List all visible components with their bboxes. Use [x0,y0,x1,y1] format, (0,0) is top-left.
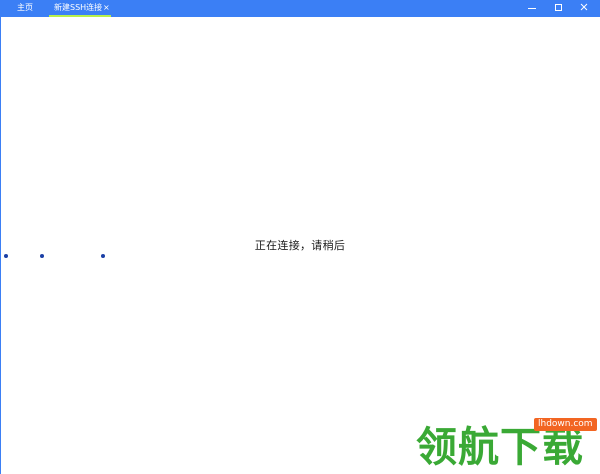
tab-home-label: 主页 [17,3,33,12]
minimize-icon [528,8,536,9]
connecting-status-text: 正在连接，请稍后 [254,239,346,252]
loading-dot [40,254,44,258]
maximize-icon [555,4,562,11]
tab-close-icon[interactable]: × [103,0,110,15]
watermark-logo: 领航下载 lhdown.com [414,418,600,474]
title-bar: 主页 新建SSH连接 × [0,0,600,17]
loading-dot [4,254,8,258]
close-window-button[interactable] [571,0,597,17]
minimize-button[interactable] [519,0,545,17]
loading-dot [101,254,105,258]
close-icon [580,3,588,11]
tab-ssh-label: 新建SSH连接 [54,3,103,12]
tab-new-ssh-connection[interactable]: 新建SSH连接 × [49,0,111,17]
tab-home[interactable]: 主页 [12,0,38,17]
watermark-url-badge: lhdown.com [534,418,597,431]
maximize-button[interactable] [545,0,571,17]
